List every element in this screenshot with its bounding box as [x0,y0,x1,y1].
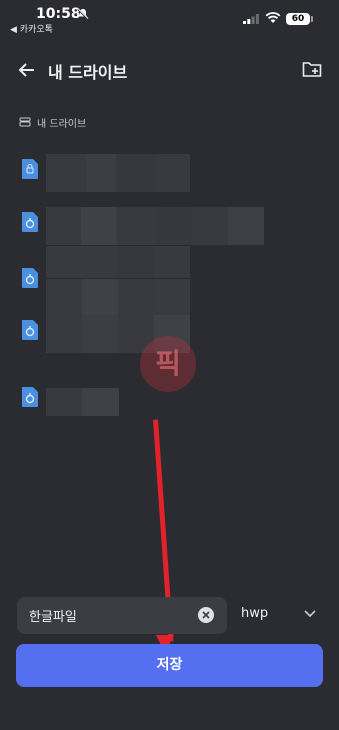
wifi-icon [265,12,281,23]
new-folder-icon[interactable] [302,60,322,78]
app-header: 내 드라이브 [0,52,339,88]
shared-file-icon [22,212,38,232]
extension-select[interactable]: hwp [241,606,268,621]
obscured-file-name [46,388,119,416]
file-row[interactable] [20,382,120,416]
page-title: 내 드라이브 [48,63,128,82]
watermark-logo: 픽 [140,336,196,392]
back-to-app-link[interactable]: ◀ 카카오톡 [10,22,53,35]
drive-icon [19,117,31,127]
chevron-down-icon[interactable] [303,609,317,619]
bell-off-icon [77,8,89,20]
file-row[interactable] [20,154,192,192]
obscured-file-name [46,154,190,192]
save-button[interactable]: 저장 [16,644,323,687]
obscured-file-name [46,279,190,315]
file-row[interactable] [20,207,266,245]
file-row[interactable] [20,263,192,315]
battery-tip [311,16,313,22]
breadcrumb[interactable]: 내 드라이브 [19,114,86,130]
clear-input-icon[interactable] [198,607,214,623]
filename-value: 한글파일 [29,610,77,625]
back-arrow-icon[interactable] [17,60,37,80]
battery-indicator: 60 [286,13,310,25]
lock-file-icon [22,159,38,179]
status-bar: 10:58 ◀ 카카오톡 60 [0,0,339,36]
filename-input[interactable]: 한글파일 [17,597,227,634]
shared-file-icon [22,387,38,407]
status-time: 10:58 [36,6,81,22]
shared-file-icon [22,320,38,340]
watermark-text: 픽 [155,347,181,380]
cellular-signal-icon [243,14,259,24]
obscured-file-name [46,207,264,245]
breadcrumb-label: 내 드라이브 [37,118,87,130]
shared-file-icon [22,268,38,288]
